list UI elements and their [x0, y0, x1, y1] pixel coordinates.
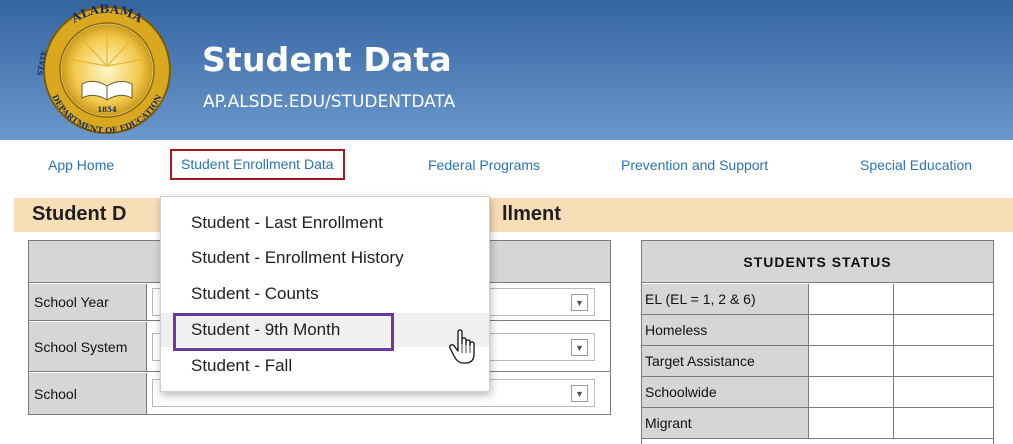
status-label-el: EL (EL = 1, 2 & 6) [642, 284, 809, 314]
nav-prevention-and-support[interactable]: Prevention and Support [621, 157, 768, 173]
chevron-down-icon[interactable]: ▼ [571, 385, 588, 402]
nav-federal-programs[interactable]: Federal Programs [428, 157, 540, 173]
status-cell [894, 284, 993, 314]
status-cell [894, 315, 993, 345]
app-title: Student Data [202, 40, 452, 79]
status-row: EL (EL = 1, 2 & 6) [642, 284, 993, 315]
hand-pointer-icon [449, 329, 475, 364]
app-url: AP.ALSDE.EDU/STUDENTDATA [203, 92, 456, 112]
status-label-schoolwide: Schoolwide [642, 377, 809, 407]
students-status-header: STUDENTS STATUS [642, 241, 993, 283]
status-row: Schoolwide [642, 377, 993, 408]
status-label-target-assistance: Target Assistance [642, 346, 809, 376]
svg-text:1854: 1854 [97, 105, 117, 114]
nav-student-enrollment-data[interactable]: Student Enrollment Data [170, 149, 345, 180]
alabama-state-seal-icon: ALABAMA DEPARTMENT OF EDUCATION STATE 18… [35, 4, 171, 135]
page-title: Student D [32, 203, 127, 225]
status-cell [809, 284, 894, 314]
menu-item-9th-month[interactable]: Student - 9th Month [161, 313, 489, 347]
status-cell [809, 408, 894, 438]
status-cell [894, 377, 993, 407]
chevron-down-icon[interactable]: ▼ [571, 339, 588, 356]
menu-item-enrollment-history[interactable]: Student - Enrollment History [161, 241, 489, 275]
status-cell [894, 408, 993, 438]
page-title-suffix: llment [502, 203, 561, 225]
enrollment-dropdown-menu: Student - Last Enrollment Student - Enro… [160, 196, 490, 392]
status-cell [809, 377, 894, 407]
status-row: Target Assistance [642, 346, 993, 377]
school-label: School [29, 373, 147, 414]
chevron-down-icon[interactable]: ▼ [571, 294, 588, 311]
students-status-table: STUDENTS STATUS EL (EL = 1, 2 & 6) Homel… [641, 240, 994, 444]
status-cell [809, 346, 894, 376]
menu-item-fall[interactable]: Student - Fall [161, 349, 489, 383]
school-system-label: School System [29, 322, 147, 371]
status-row: Migrant [642, 408, 993, 439]
status-cell [894, 346, 993, 376]
app-header: ALABAMA DEPARTMENT OF EDUCATION STATE 18… [0, 0, 1013, 140]
status-row: Homeless [642, 315, 993, 346]
menu-item-counts[interactable]: Student - Counts [161, 277, 489, 311]
nav-app-home[interactable]: App Home [48, 157, 114, 173]
top-navigation: App Home Student Enrollment Data Federal… [0, 140, 1013, 196]
status-label-migrant: Migrant [642, 408, 809, 438]
status-label-homeless: Homeless [642, 315, 809, 345]
menu-item-last-enrollment[interactable]: Student - Last Enrollment [161, 206, 489, 240]
nav-special-education[interactable]: Special Education [860, 157, 972, 173]
status-cell [809, 315, 894, 345]
school-year-label: School Year [29, 284, 147, 320]
